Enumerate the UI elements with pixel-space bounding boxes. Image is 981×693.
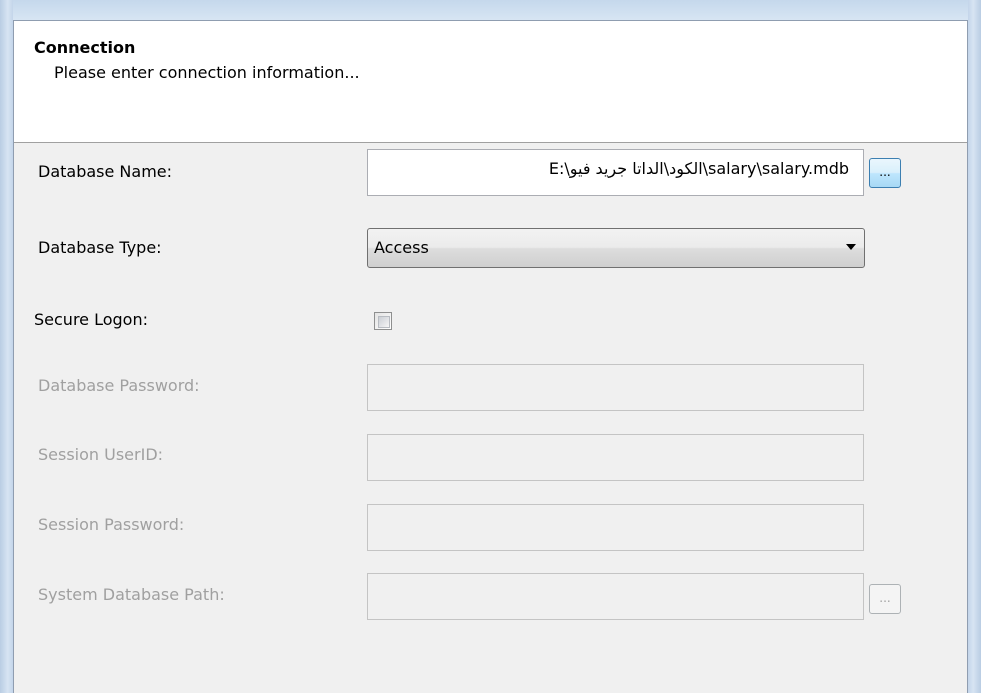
dropdown-arrow-icon <box>846 244 856 250</box>
session-userid-input[interactable] <box>367 434 864 481</box>
page-subtitle: Please enter connection information... <box>54 63 360 82</box>
system-database-path-label: System Database Path: <box>38 585 225 604</box>
window-frame-right <box>968 0 981 693</box>
database-type-label: Database Type: <box>38 238 162 257</box>
system-database-path-input[interactable] <box>367 573 864 620</box>
system-database-path-browse-button[interactable]: ... <box>869 584 901 614</box>
session-password-input[interactable] <box>367 504 864 551</box>
database-name-input[interactable]: E:\الكود\الداتا جريد فيو\salary\salary.m… <box>367 149 864 196</box>
database-password-input[interactable] <box>367 364 864 411</box>
database-type-select[interactable]: Access <box>367 228 865 268</box>
database-name-label: Database Name: <box>38 162 173 181</box>
database-type-value: Access <box>374 238 429 257</box>
page-title: Connection <box>34 38 136 57</box>
window-frame-top <box>0 0 981 20</box>
secure-logon-label: Secure Logon: <box>34 310 148 329</box>
connection-dialog: Connection Please enter connection infor… <box>13 20 968 693</box>
window-frame-left <box>0 0 13 693</box>
secure-logon-checkbox[interactable] <box>374 312 392 330</box>
database-name-value: E:\الكود\الداتا جريد فيو\salary\salary.m… <box>548 159 849 178</box>
database-name-browse-button[interactable]: ... <box>869 158 901 188</box>
session-userid-label: Session UserID: <box>38 445 164 464</box>
session-password-label: Session Password: <box>38 515 185 534</box>
database-password-label: Database Password: <box>38 376 200 395</box>
wizard-header: Connection Please enter connection infor… <box>14 21 967 143</box>
